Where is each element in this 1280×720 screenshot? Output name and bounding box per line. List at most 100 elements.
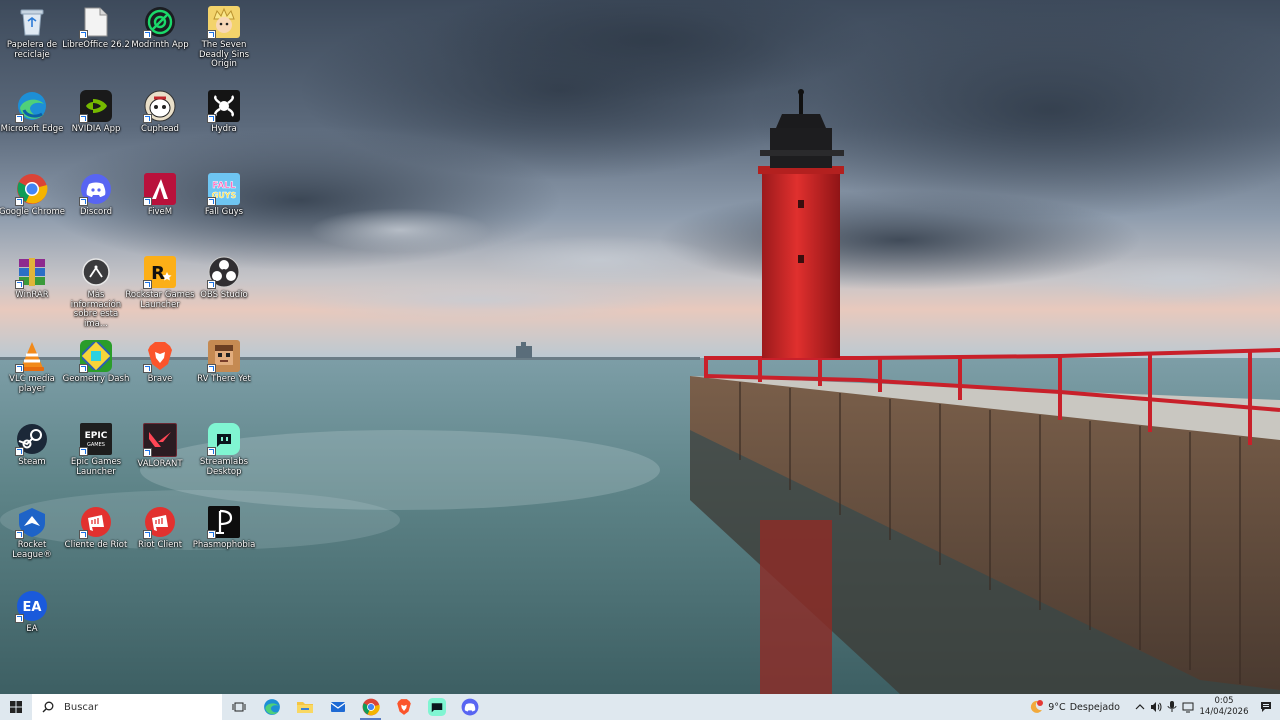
taskbar-mail[interactable]	[321, 694, 354, 720]
fivem-icon	[143, 173, 176, 206]
desktop-icon-label: Steam	[18, 457, 46, 467]
show-hidden-icons-button[interactable]	[1132, 694, 1148, 720]
desktop-icon-fall-guys[interactable]: FALL GUYS Fall Guys	[192, 169, 256, 249]
notification-center-button[interactable]	[1252, 694, 1280, 720]
desktop-icon-label: Cliente de Riot	[64, 540, 128, 550]
taskbar: 9°C Despejado 0:05 14/04/2026	[0, 694, 1280, 720]
winrar-icon	[15, 256, 48, 289]
taskbar-discord[interactable]	[453, 694, 486, 720]
desktop-icon-riot-client-es[interactable]: Cliente de Riot	[64, 502, 128, 582]
chrome-icon	[362, 698, 380, 716]
desktop-icon-steam[interactable]: Steam	[0, 419, 64, 499]
recycle-bin-icon	[16, 6, 48, 38]
desktop-icon-modrinth[interactable]: Modrinth App	[128, 2, 192, 82]
streamlabs-icon	[207, 423, 240, 456]
geometry-dash-icon	[79, 340, 112, 373]
desktop-icon-seven-deadly-sins[interactable]: The Seven Deadly Sins Origin	[192, 2, 256, 82]
taskbar-search[interactable]	[32, 694, 222, 720]
desktop-icon-hydra[interactable]: Hydra	[192, 86, 256, 166]
volume-button[interactable]	[1148, 694, 1164, 720]
brave-icon	[143, 340, 176, 373]
desktop-icon-brave[interactable]: Brave	[128, 336, 192, 416]
taskbar-clock[interactable]: 0:05 14/04/2026	[1196, 696, 1252, 718]
network-button[interactable]	[1180, 694, 1196, 720]
mail-icon	[330, 702, 345, 712]
seven-deadly-sins-icon	[207, 6, 240, 39]
weather-widget[interactable]: 9°C Despejado	[1028, 699, 1120, 715]
desktop-icon-streamlabs[interactable]: Streamlabs Desktop	[192, 419, 256, 499]
desktop-icon-epic-games[interactable]: EPIC GAMES Epic Games Launcher	[64, 419, 128, 499]
desktop-icon-rocket-league[interactable]: Rocket League®	[0, 502, 64, 582]
svg-text:R: R	[151, 263, 165, 284]
taskbar-file-explorer[interactable]	[288, 694, 321, 720]
discord-icon	[79, 173, 112, 206]
desktop-icon-edge[interactable]: Microsoft Edge	[0, 86, 64, 166]
desktop-icon-label: Más información sobre esta ima...	[70, 290, 122, 329]
desktop-icon-label: Hydra	[211, 124, 237, 134]
desktop-icon-riot-client[interactable]: Riot Client	[128, 502, 192, 582]
task-view-button[interactable]	[222, 694, 255, 720]
desktop-icon-valorant[interactable]: VALORANT	[128, 419, 192, 499]
modrinth-icon	[143, 6, 176, 39]
desktop-icon-fivem[interactable]: FiveM	[128, 169, 192, 249]
desktop-icon-rockstar[interactable]: R Rockstar Games Launcher	[125, 252, 195, 332]
steam-icon	[15, 423, 48, 456]
desktop-icon-vlc[interactable]: VLC media player	[0, 336, 64, 416]
info-icon	[80, 256, 112, 288]
rv-there-yet-icon	[207, 340, 240, 373]
rocket-league-icon	[15, 506, 48, 539]
desktop-icon-label: EA	[26, 624, 38, 634]
desktop-icon-libreoffice[interactable]: LibreOffice 26.2	[62, 2, 130, 82]
desktop-icon-label: Phasmophobia	[192, 540, 256, 550]
desktop-icon-label: Geometry Dash	[62, 374, 130, 384]
valorant-icon	[143, 423, 177, 457]
start-button[interactable]	[0, 694, 32, 720]
discord-icon	[461, 698, 478, 716]
brave-icon	[396, 699, 411, 715]
desktop-icon-rv-there-yet[interactable]: RV There Yet	[192, 336, 256, 416]
desktop-icon-label: Fall Guys	[204, 207, 244, 217]
microphone-button[interactable]	[1164, 694, 1180, 720]
desktop-icon-phasmophobia[interactable]: Phasmophobia	[192, 502, 256, 582]
desktop-icon-ea[interactable]: EA EA	[0, 586, 64, 666]
volume-icon	[1151, 702, 1162, 712]
chrome-icon	[15, 173, 48, 206]
desktop-icon-winrar[interactable]: WinRAR	[0, 252, 64, 332]
desktop-icon-label: Cuphead	[141, 124, 179, 134]
libreoffice-icon	[79, 6, 112, 39]
svg-text:GAMES: GAMES	[87, 442, 105, 448]
taskbar-chrome[interactable]	[354, 694, 387, 720]
riot-icon	[143, 506, 176, 539]
desktop-icon-label: Brave	[147, 374, 173, 384]
svg-text:EA: EA	[23, 600, 42, 615]
windows-logo-icon	[10, 701, 22, 713]
taskbar-edge[interactable]	[255, 694, 288, 720]
desktop-icon-discord[interactable]: Discord	[64, 169, 128, 249]
svg-text:EPIC: EPIC	[85, 431, 108, 441]
hydra-icon	[207, 90, 240, 123]
file-explorer-icon	[296, 702, 313, 713]
desktop-icon-recycle-bin[interactable]: Papelera de reciclaje	[0, 2, 64, 82]
desktop-icon-chrome[interactable]: Google Chrome	[0, 169, 66, 249]
microphone-icon	[1167, 701, 1177, 712]
taskbar-streamlabs[interactable]	[420, 694, 453, 720]
search-input[interactable]	[62, 700, 216, 714]
streamlabs-icon	[427, 698, 446, 716]
desktop-icon-label: Rocket League®	[12, 540, 52, 560]
desktop-icon-label: The Seven Deadly Sins Origin	[198, 40, 250, 69]
taskbar-brave[interactable]	[387, 694, 420, 720]
riot-icon	[79, 506, 112, 539]
desktop-icon-nvidia[interactable]: NVIDIA App	[64, 86, 128, 166]
desktop-icon-info[interactable]: Más información sobre esta ima...	[64, 252, 128, 332]
desktop-icon-label: NVIDIA App	[71, 124, 121, 134]
desktop-icon-label: Google Chrome	[0, 207, 66, 217]
desktop-icon-label: Riot Client	[137, 540, 183, 550]
desktop-icon-label: VALORANT	[137, 459, 183, 469]
desktop-icon-label: LibreOffice 26.2	[62, 40, 130, 50]
vlc-icon	[15, 340, 48, 373]
desktop-icon-obs[interactable]: OBS Studio	[192, 252, 256, 332]
desktop-icon-geometry-dash[interactable]: Geometry Dash	[62, 336, 130, 416]
search-icon	[42, 701, 54, 713]
desktop-icon-cuphead[interactable]: Cuphead	[128, 86, 192, 166]
desktop-icon-label: FiveM	[147, 207, 173, 217]
